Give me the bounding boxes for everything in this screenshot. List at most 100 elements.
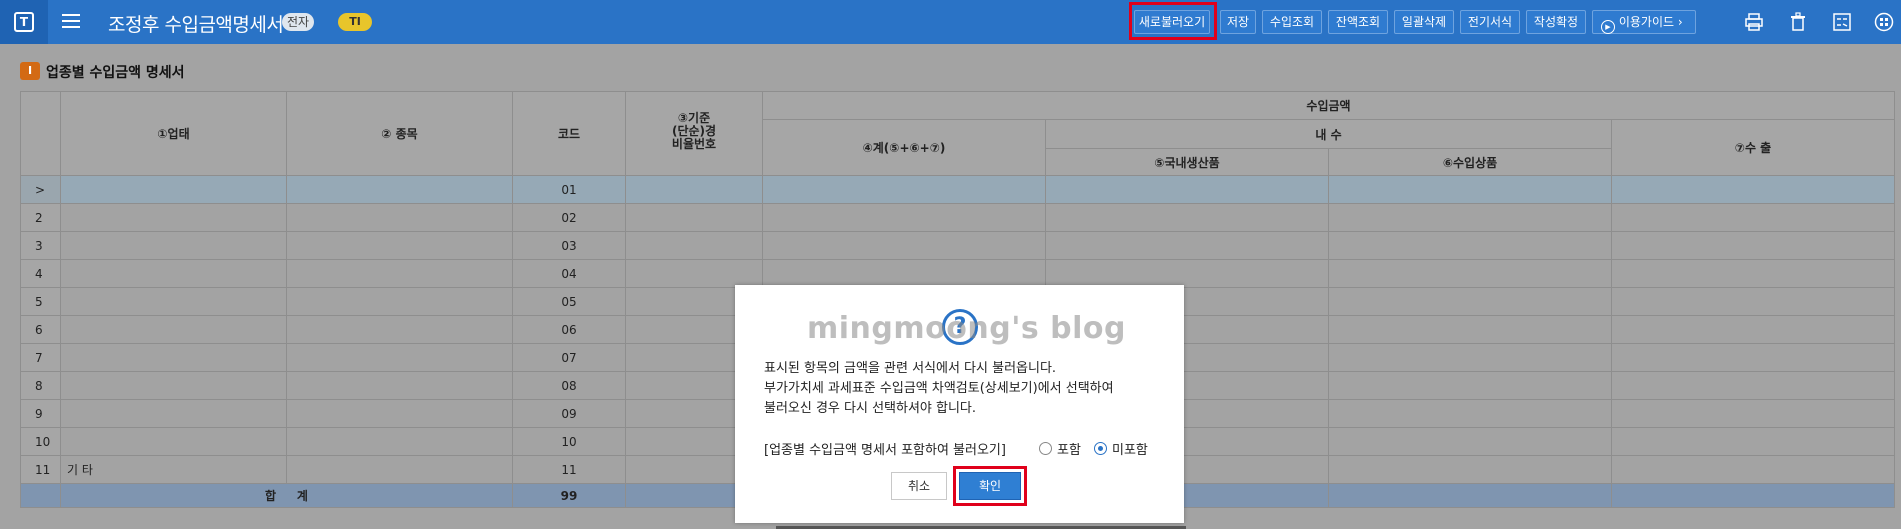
cancel-button[interactable]: 취소 (891, 472, 947, 500)
item-cell[interactable] (286, 399, 513, 428)
row-number: 6 (20, 315, 61, 344)
usage-guide-button[interactable]: ▶ 이용가이드 › (1592, 10, 1696, 34)
table-row[interactable]: 4 04 (20, 259, 1895, 288)
top-bar: T 조정후 수입금액명세서 전자 TI 새로불러오기 저장 수입조회 잔액조회 … (0, 0, 1901, 44)
item-cell[interactable] (286, 343, 513, 372)
business-cell[interactable] (60, 203, 287, 232)
business-cell[interactable]: 기 타 (60, 455, 287, 484)
code-cell: 11 (512, 455, 626, 484)
play-icon: ▶ (1601, 20, 1615, 34)
item-cell[interactable] (286, 203, 513, 232)
include-radio-label[interactable]: 포함 (1057, 439, 1081, 458)
business-cell[interactable] (60, 231, 287, 260)
bulk-delete-button[interactable]: 일괄삭제 (1394, 10, 1454, 34)
code-cell: 04 (512, 259, 626, 288)
message-line: 불러오신 경우 다시 선택하셔야 합니다. (764, 401, 977, 416)
business-cell[interactable] (60, 287, 287, 316)
reload-button-highlight (1129, 2, 1217, 40)
business-type-header: ①업태 (60, 91, 287, 176)
table-row[interactable]: > 01 (20, 175, 1895, 204)
balance-lookup-button[interactable]: 잔액조회 (1328, 10, 1388, 34)
page-title: 조정후 수입금액명세서 (108, 14, 284, 36)
code-cell: 08 (512, 371, 626, 400)
include-radio[interactable] (1039, 442, 1052, 455)
save-button[interactable]: 저장 (1220, 10, 1256, 34)
row-number: > (20, 175, 61, 204)
row-number: 8 (20, 371, 61, 400)
section-number: I (20, 62, 40, 80)
domestic-goods-header: ⑤국내생산품 (1045, 148, 1329, 176)
item-cell[interactable] (286, 427, 513, 456)
item-header: ② 종목 (286, 91, 513, 176)
item-cell[interactable] (286, 455, 513, 484)
business-cell[interactable] (60, 315, 287, 344)
blog-watermark: mingmoong's blog (807, 311, 1127, 346)
imported-goods-header: ⑥수입상품 (1328, 148, 1612, 176)
ok-button-highlight (953, 466, 1027, 506)
item-cell[interactable] (286, 231, 513, 260)
total-label: 합 계 (60, 483, 513, 508)
row-number: 2 (20, 203, 61, 232)
business-cell[interactable] (60, 427, 287, 456)
logo-icon: T (14, 12, 34, 32)
code-header: 코드 (512, 91, 626, 176)
rate-number-header: ③기준 (단순)경 비율번호 (625, 91, 763, 176)
electronic-badge: 전자 (282, 13, 315, 31)
grid-menu-icon[interactable] (1874, 12, 1894, 32)
dialog-message: 표시된 항목의 금액을 관련 서식에서 다시 불러옵니다. 부가가치세 과세표준… (764, 359, 1114, 419)
item-cell[interactable] (286, 315, 513, 344)
row-number: 7 (20, 343, 61, 372)
code-cell: 07 (512, 343, 626, 372)
code-cell: 03 (512, 231, 626, 260)
exclude-radio[interactable] (1094, 442, 1107, 455)
code-cell: 10 (512, 427, 626, 456)
section-title: I 업종별 수입금액 명세서 (20, 62, 185, 81)
table-row[interactable]: 2 02 (20, 203, 1895, 232)
business-cell[interactable] (60, 259, 287, 288)
menu-icon[interactable] (62, 14, 80, 30)
ti-badge[interactable]: TI (338, 13, 372, 31)
item-cell[interactable] (286, 287, 513, 316)
include-option-label: [업종별 수입금액 명세서 포함하여 불러오기] (764, 443, 1006, 458)
app-logo[interactable]: T (0, 0, 48, 44)
item-cell[interactable] (286, 259, 513, 288)
calculator-icon[interactable] (1832, 12, 1852, 32)
confirm-writing-button[interactable]: 작성확정 (1526, 10, 1586, 34)
row-number: 11 (20, 455, 61, 484)
total-sum-header: ④계(⑤+⑥+⑦) (762, 119, 1046, 176)
row-number: 9 (20, 399, 61, 428)
domestic-header: 내 수 (1045, 119, 1612, 149)
row-number: 4 (20, 259, 61, 288)
item-cell[interactable] (286, 371, 513, 400)
total-code: 99 (512, 483, 626, 508)
message-line: 부가가치세 과세표준 수입금액 차액검토(상세보기)에서 선택하여 (764, 381, 1114, 396)
income-lookup-button[interactable]: 수입조회 (1262, 10, 1322, 34)
revenue-header: 수입금액 (762, 91, 1895, 120)
code-cell: 01 (512, 175, 626, 204)
print-icon[interactable] (1744, 12, 1764, 32)
export-header: ⑦수 출 (1611, 119, 1895, 176)
row-number: 3 (20, 231, 61, 260)
code-cell: 06 (512, 315, 626, 344)
chevron-right-icon: › (1677, 15, 1683, 29)
business-cell[interactable] (60, 343, 287, 372)
row-number: 5 (20, 287, 61, 316)
section-title-text: 업종별 수입금액 명세서 (46, 65, 185, 81)
code-cell: 05 (512, 287, 626, 316)
item-cell[interactable] (286, 175, 513, 204)
table-row[interactable]: 3 03 (20, 231, 1895, 260)
business-cell[interactable] (60, 371, 287, 400)
previous-form-button[interactable]: 전기서식 (1460, 10, 1520, 34)
code-cell: 09 (512, 399, 626, 428)
row-number: 10 (20, 427, 61, 456)
business-cell[interactable] (60, 175, 287, 204)
row-number-header (20, 91, 61, 176)
business-cell[interactable] (60, 399, 287, 428)
code-cell: 02 (512, 203, 626, 232)
usage-guide-label: 이용가이드 (1618, 15, 1675, 29)
include-option-row: [업종별 수입금액 명세서 포함하여 불러오기] 포함 미포함 (764, 439, 1164, 459)
message-line: 표시된 항목의 금액을 관련 서식에서 다시 불러옵니다. (764, 361, 1057, 376)
reload-confirm-dialog: ? mingmoong's blog 표시된 항목의 금액을 관련 서식에서 다… (735, 285, 1184, 523)
exclude-radio-label[interactable]: 미포함 (1112, 439, 1148, 458)
trash-icon[interactable] (1788, 12, 1808, 32)
